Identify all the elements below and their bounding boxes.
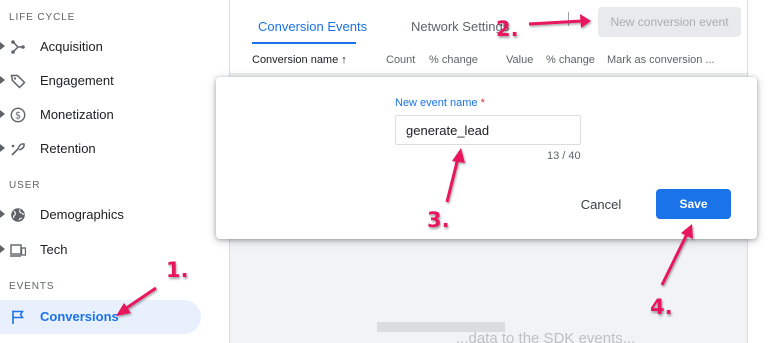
annotation-step-4: 4. [650,295,673,319]
tab-divider [568,12,569,26]
globe-icon [11,208,25,222]
tab-bar: Conversion Events Network Settings New c… [230,0,747,46]
dollar-circle-icon: $ [10,107,26,123]
new-conversion-event-button[interactable]: New conversion event [598,7,741,37]
sidebar-item-label: Acquisition [40,39,103,54]
sidebar-item-engagement[interactable]: Engagement [0,67,212,95]
tab-conversion-events[interactable]: Conversion Events [258,19,367,34]
table-header: Conversion name ↑ Count % change Value %… [230,46,747,74]
column-conversion-name[interactable]: Conversion name ↑ [252,54,347,66]
expand-caret-icon[interactable] [0,110,5,118]
event-name-label-text: New event name [395,97,478,109]
sidebar-item-demographics[interactable]: Demographics [0,201,212,229]
annotation-step-3: 3. [427,208,450,232]
save-button[interactable]: Save [656,189,731,219]
column-count-change[interactable]: % change [429,54,478,66]
tab-network-settings[interactable]: Network Settings [411,19,509,34]
sidebar-item-conversions[interactable]: Conversions [0,300,201,334]
sidebar-item-monetization[interactable]: $ Monetization [0,101,212,129]
new-event-dialog: New event name * 13 / 40 Cancel Save [216,77,757,239]
annotation-step-1: 1. [166,258,189,282]
cancel-button[interactable]: Cancel [572,190,630,218]
section-label-user: USER [9,180,41,191]
expand-caret-icon[interactable] [0,210,5,218]
event-name-input[interactable] [395,115,581,145]
flag-icon [12,310,24,324]
required-marker: * [480,97,485,109]
background-hint-text: ...data to the SDK events... [456,330,636,343]
acquisition-icon [11,40,25,54]
sidebar-item-label: Tech [40,242,68,257]
event-name-label: New event name * [395,97,485,109]
sidebar-item-label: Engagement [40,73,114,88]
sidebar-item-label: Monetization [40,107,114,122]
expand-caret-icon[interactable] [0,245,5,253]
column-count[interactable]: Count [386,54,415,66]
sidebar-item-label: Demographics [40,207,124,222]
column-value-change[interactable]: % change [546,54,595,66]
annotation-step-2: 2. [496,17,519,41]
expand-caret-icon[interactable] [0,42,5,50]
sidebar-item-retention[interactable]: Retention [0,135,212,163]
tag-icon [10,74,26,89]
svg-text:$: $ [15,111,21,122]
sidebar: LIFE CYCLE Acquisition Engagement $ Mone… [0,0,229,343]
column-mark-as-conversion[interactable]: Mark as conversion ... [607,54,715,66]
column-value[interactable]: Value [506,54,533,66]
expand-caret-icon[interactable] [0,144,5,152]
expand-caret-icon[interactable] [0,76,5,84]
character-counter: 13 / 40 [547,150,581,162]
sidebar-item-acquisition[interactable]: Acquisition [0,33,212,61]
sidebar-item-label: Conversions [40,309,119,324]
sidebar-item-label: Retention [40,141,96,156]
section-label-events: EVENTS [9,281,55,292]
devices-icon [10,244,26,257]
section-label-life-cycle: LIFE CYCLE [9,12,76,23]
active-tab-indicator [252,42,356,44]
retention-icon [11,143,25,156]
